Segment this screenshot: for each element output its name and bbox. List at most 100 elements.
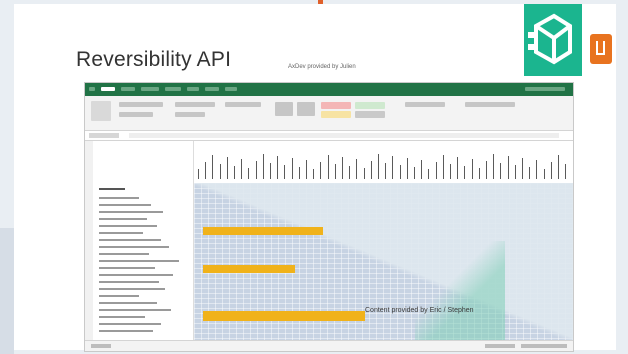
worksheet: Content provided by Eric / Stephen: [85, 141, 573, 341]
date-header-mark: [298, 167, 300, 179]
date-header-mark: [291, 158, 293, 179]
task-row[interactable]: [99, 274, 173, 276]
date-header-mark: [471, 159, 473, 179]
style-bad[interactable]: [321, 102, 351, 109]
task-row[interactable]: [99, 260, 179, 262]
date-header-mark: [370, 161, 372, 179]
number-format[interactable]: [225, 102, 261, 107]
task-row[interactable]: [99, 330, 153, 332]
date-header-mark: [558, 155, 559, 179]
date-header-mark: [565, 164, 567, 179]
gantt-bar[interactable]: [203, 227, 323, 235]
task-row[interactable]: [99, 323, 161, 325]
task-row[interactable]: [99, 267, 155, 269]
editing-group[interactable]: [465, 102, 515, 107]
logo-tile-icon: [524, 4, 582, 76]
task-row[interactable]: [99, 197, 139, 199]
date-header-mark: [522, 158, 523, 179]
task-row[interactable]: [99, 225, 157, 227]
ribbon-toolbar: [85, 96, 573, 131]
date-header-mark: [392, 156, 394, 179]
zoom-slider[interactable]: [521, 344, 567, 348]
date-header-mark: [277, 156, 279, 179]
wrap-merge-buttons[interactable]: [175, 112, 205, 117]
data-tab[interactable]: [187, 87, 199, 91]
slide-title: Reversibility API: [76, 48, 232, 71]
date-header-mark: [342, 157, 343, 179]
task-row[interactable]: [99, 316, 145, 318]
view-tab[interactable]: [225, 87, 237, 91]
style-neutral[interactable]: [321, 111, 351, 118]
gantt-bar[interactable]: [203, 265, 295, 273]
excel-screenshot: Content provided by Eric / Stephen: [84, 82, 574, 352]
style-good[interactable]: [355, 102, 385, 109]
date-header-mark: [500, 163, 502, 179]
home-tab[interactable]: [101, 87, 115, 91]
date-column-headers: [194, 141, 573, 184]
insert-tab[interactable]: [121, 87, 135, 91]
task-row[interactable]: [99, 204, 151, 206]
account-area[interactable]: [525, 87, 565, 91]
task-row[interactable]: [99, 309, 171, 311]
task-row[interactable]: [99, 246, 169, 248]
left-side-panel: [0, 228, 14, 354]
task-row[interactable]: [99, 281, 159, 283]
cells-group[interactable]: [405, 102, 445, 107]
task-row[interactable]: [99, 211, 163, 213]
paste-button[interactable]: [91, 101, 111, 121]
date-header-mark: [428, 169, 430, 179]
name-box[interactable]: [89, 133, 119, 138]
sheet-tab[interactable]: [91, 344, 111, 348]
date-header-mark: [464, 166, 466, 179]
date-header-mark: [435, 162, 437, 179]
formula-input[interactable]: [129, 133, 559, 138]
date-header-mark: [385, 163, 387, 179]
date-header-mark: [219, 164, 221, 179]
formula-bar: [85, 131, 573, 141]
office-add-in-icon: [590, 34, 612, 64]
date-header-mark: [442, 155, 444, 179]
date-header-mark: [550, 162, 552, 179]
task-row[interactable]: [99, 295, 139, 297]
file-tab[interactable]: [89, 87, 95, 91]
status-bar: [85, 340, 573, 351]
date-header-mark: [212, 155, 214, 179]
date-header-mark: [226, 157, 228, 179]
conditional-format-button[interactable]: [275, 102, 293, 116]
task-row[interactable]: [99, 232, 143, 234]
font-format-buttons[interactable]: [119, 112, 153, 117]
date-header-mark: [536, 160, 538, 179]
font-selector[interactable]: [119, 102, 163, 107]
page-layout-tab[interactable]: [141, 87, 159, 91]
date-header-mark: [363, 168, 365, 179]
task-row[interactable]: [99, 239, 161, 241]
ribbon-tab-bar: [85, 83, 573, 96]
date-header-mark: [241, 159, 243, 179]
task-row[interactable]: [99, 218, 147, 220]
formulas-tab[interactable]: [165, 87, 181, 91]
date-header-mark: [306, 160, 307, 179]
date-header-mark: [327, 155, 329, 179]
gantt-highlight: [415, 241, 505, 341]
gantt-bar[interactable]: [203, 311, 365, 321]
date-header-mark: [356, 159, 358, 179]
date-header-mark: [349, 166, 351, 179]
task-row[interactable]: [99, 253, 149, 255]
date-header-mark: [421, 160, 423, 179]
date-header-mark: [320, 162, 322, 179]
date-header-mark: [198, 169, 199, 179]
view-buttons[interactable]: [485, 344, 515, 348]
task-row[interactable]: [99, 302, 157, 304]
format-table-button[interactable]: [297, 102, 315, 116]
date-header-mark: [255, 161, 257, 179]
task-row[interactable]: [99, 288, 165, 290]
presentation-slide: Reversibility API AxDev provided by Juli…: [14, 4, 616, 352]
column-heading-mark: [99, 188, 125, 190]
alignment-buttons[interactable]: [175, 102, 215, 107]
content-credit-text: Content provided by Eric / Stephen: [365, 307, 474, 314]
date-header-mark: [262, 154, 264, 179]
review-tab[interactable]: [205, 87, 219, 91]
style-normal[interactable]: [355, 111, 385, 118]
date-header-mark: [313, 169, 315, 179]
date-header-mark: [529, 167, 531, 179]
